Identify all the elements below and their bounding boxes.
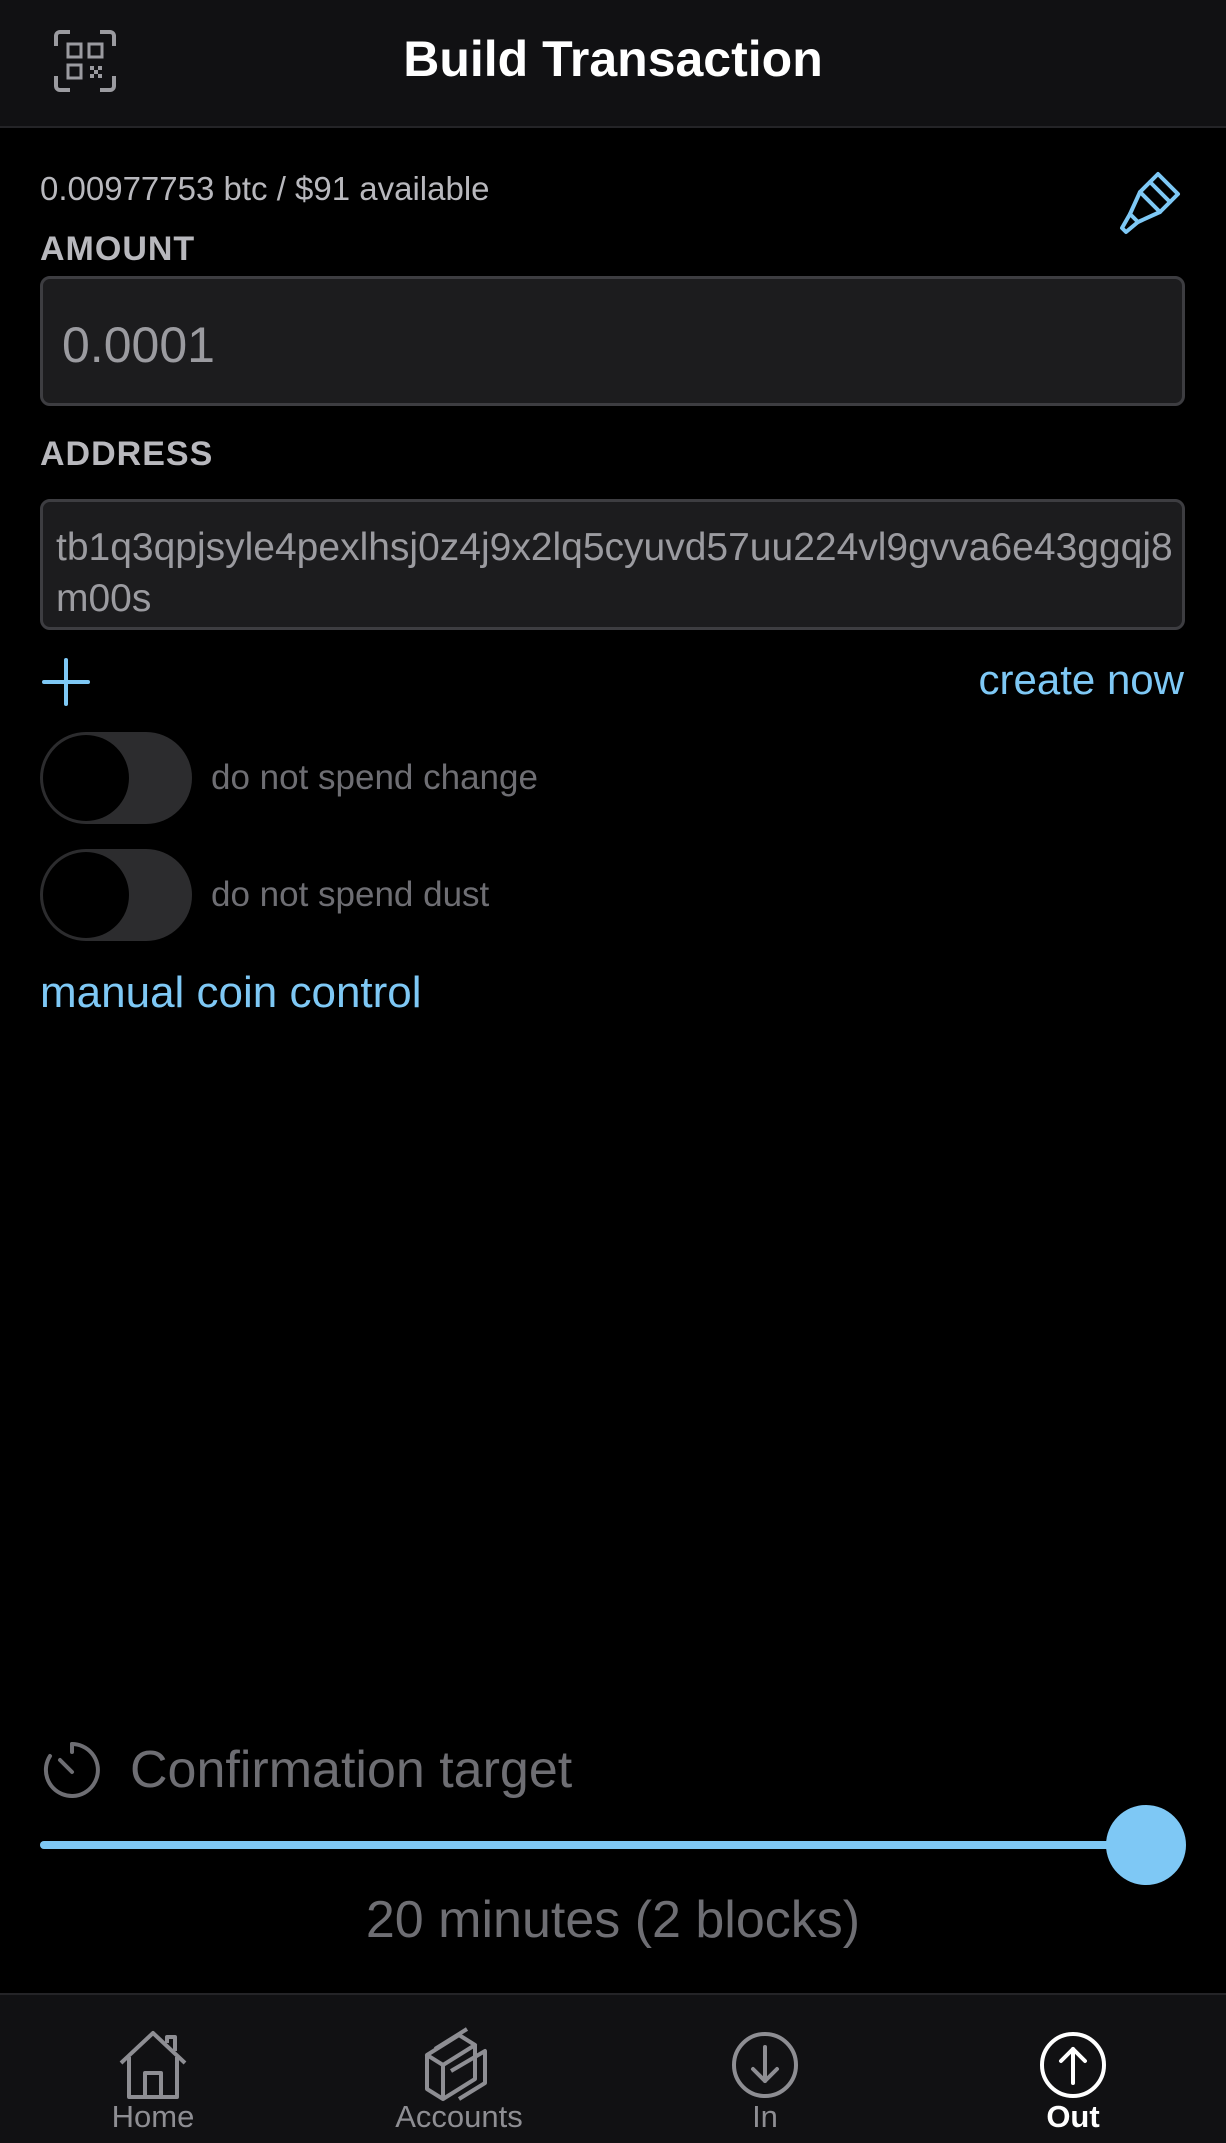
address-input[interactable]: tb1q3qpjsyle4pexlhsj0z4j9x2lq5cyuvd57uu2…: [40, 499, 1185, 630]
tab-bar: Home Accounts In Out: [0, 1993, 1226, 2143]
address-value: tb1q3qpjsyle4pexlhsj0z4j9x2lq5cyuvd57uu2…: [56, 526, 1173, 620]
tab-out[interactable]: Out: [920, 1995, 1226, 2143]
amount-input[interactable]: 0.0001: [40, 276, 1185, 406]
available-balance: 0.00977753 btc / $91 available: [40, 170, 490, 207]
confirmation-slider-track[interactable]: [40, 1841, 1146, 1849]
home-icon: [119, 2031, 187, 2099]
tab-home-label: Home: [111, 2099, 195, 2134]
do-not-spend-change-toggle[interactable]: [40, 732, 192, 824]
confirmation-slider-fill: [40, 1841, 1146, 1849]
timer-icon: [40, 1738, 104, 1802]
build-transaction-screen: Build Transaction 0.00977753 btc / $91 a…: [0, 0, 1226, 2143]
toggle-knob: [43, 852, 129, 938]
confirmation-target-label: Confirmation target: [130, 1741, 573, 1799]
plus-icon[interactable]: [40, 656, 92, 708]
confirmation-target-value: 20 minutes (2 blocks): [365, 1891, 861, 1949]
amount-label: AMOUNT: [40, 230, 196, 268]
arrow-up-circle-icon: [1040, 2032, 1106, 2098]
confirmation-slider-thumb[interactable]: [1106, 1805, 1186, 1885]
accounts-icon: [425, 2027, 487, 2101]
tab-out-label: Out: [1046, 2099, 1100, 2134]
tab-accounts[interactable]: Accounts: [306, 1995, 612, 2143]
create-now-link[interactable]: create now: [979, 656, 1184, 704]
tab-accounts-label: Accounts: [395, 2099, 523, 2134]
do-not-spend-change-label: do not spend change: [211, 758, 538, 797]
paintbrush-icon[interactable]: [1118, 170, 1182, 238]
tab-in-label: In: [752, 2099, 778, 2134]
do-not-spend-dust-toggle[interactable]: [40, 849, 192, 941]
address-label: ADDRESS: [40, 435, 214, 473]
arrow-down-circle-icon: [732, 2032, 798, 2098]
tab-in[interactable]: In: [612, 1995, 918, 2143]
header-bar: Build Transaction: [0, 0, 1226, 128]
toggle-knob: [43, 735, 129, 821]
do-not-spend-dust-label: do not spend dust: [211, 875, 490, 914]
tab-home[interactable]: Home: [0, 1995, 306, 2143]
manual-coin-control-link[interactable]: manual coin control: [40, 968, 422, 1018]
page-title: Build Transaction: [403, 31, 823, 87]
amount-value: 0.0001: [62, 317, 215, 373]
